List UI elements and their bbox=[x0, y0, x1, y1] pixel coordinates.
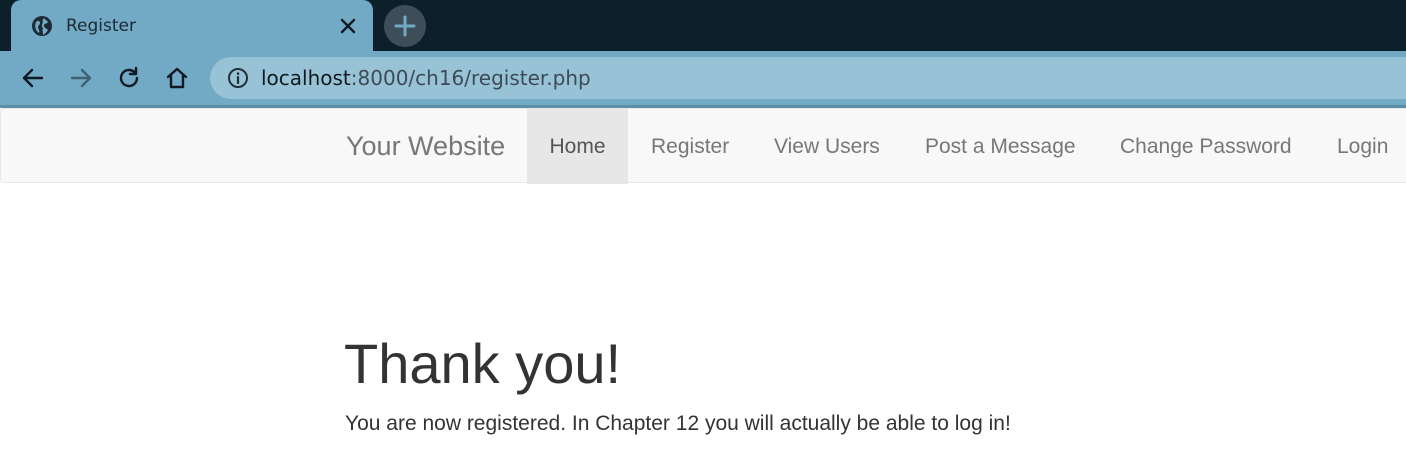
browser-toolbar: localhost:8000/ch16/register.php bbox=[0, 51, 1406, 105]
new-tab-button[interactable] bbox=[384, 5, 426, 47]
browser-tab[interactable]: Register bbox=[11, 0, 373, 51]
nav-item-change-password[interactable]: Change Password bbox=[1120, 109, 1292, 184]
nav-item-view-users[interactable]: View Users bbox=[774, 109, 880, 184]
plus-icon bbox=[394, 15, 416, 37]
nav-item-register[interactable]: Register bbox=[651, 109, 729, 184]
url-host: localhost bbox=[261, 66, 351, 90]
page-heading: Thank you! bbox=[344, 332, 622, 395]
back-arrow-icon[interactable] bbox=[19, 64, 47, 92]
forward-arrow-icon[interactable] bbox=[67, 64, 95, 92]
url-text[interactable]: localhost:8000/ch16/register.php bbox=[261, 67, 591, 89]
info-icon[interactable] bbox=[227, 67, 249, 89]
reload-icon[interactable] bbox=[115, 64, 143, 92]
globe-icon bbox=[32, 16, 52, 36]
nav-item-login[interactable]: Login bbox=[1337, 109, 1388, 184]
site-navbar: Your Website Home Register View Users Po… bbox=[0, 108, 1406, 184]
close-icon[interactable] bbox=[337, 15, 359, 37]
brand-link[interactable]: Your Website bbox=[346, 109, 505, 184]
browser-tabstrip: Register bbox=[0, 0, 1406, 51]
address-bar[interactable]: localhost:8000/ch16/register.php bbox=[210, 57, 1406, 99]
url-path: :8000/ch16/register.php bbox=[350, 66, 591, 90]
home-icon[interactable] bbox=[163, 64, 191, 92]
nav-item-post-message[interactable]: Post a Message bbox=[925, 109, 1076, 184]
nav-item-home[interactable]: Home bbox=[527, 109, 628, 184]
tab-title: Register bbox=[66, 16, 136, 36]
confirmation-message: You are now registered. In Chapter 12 yo… bbox=[345, 412, 1011, 435]
